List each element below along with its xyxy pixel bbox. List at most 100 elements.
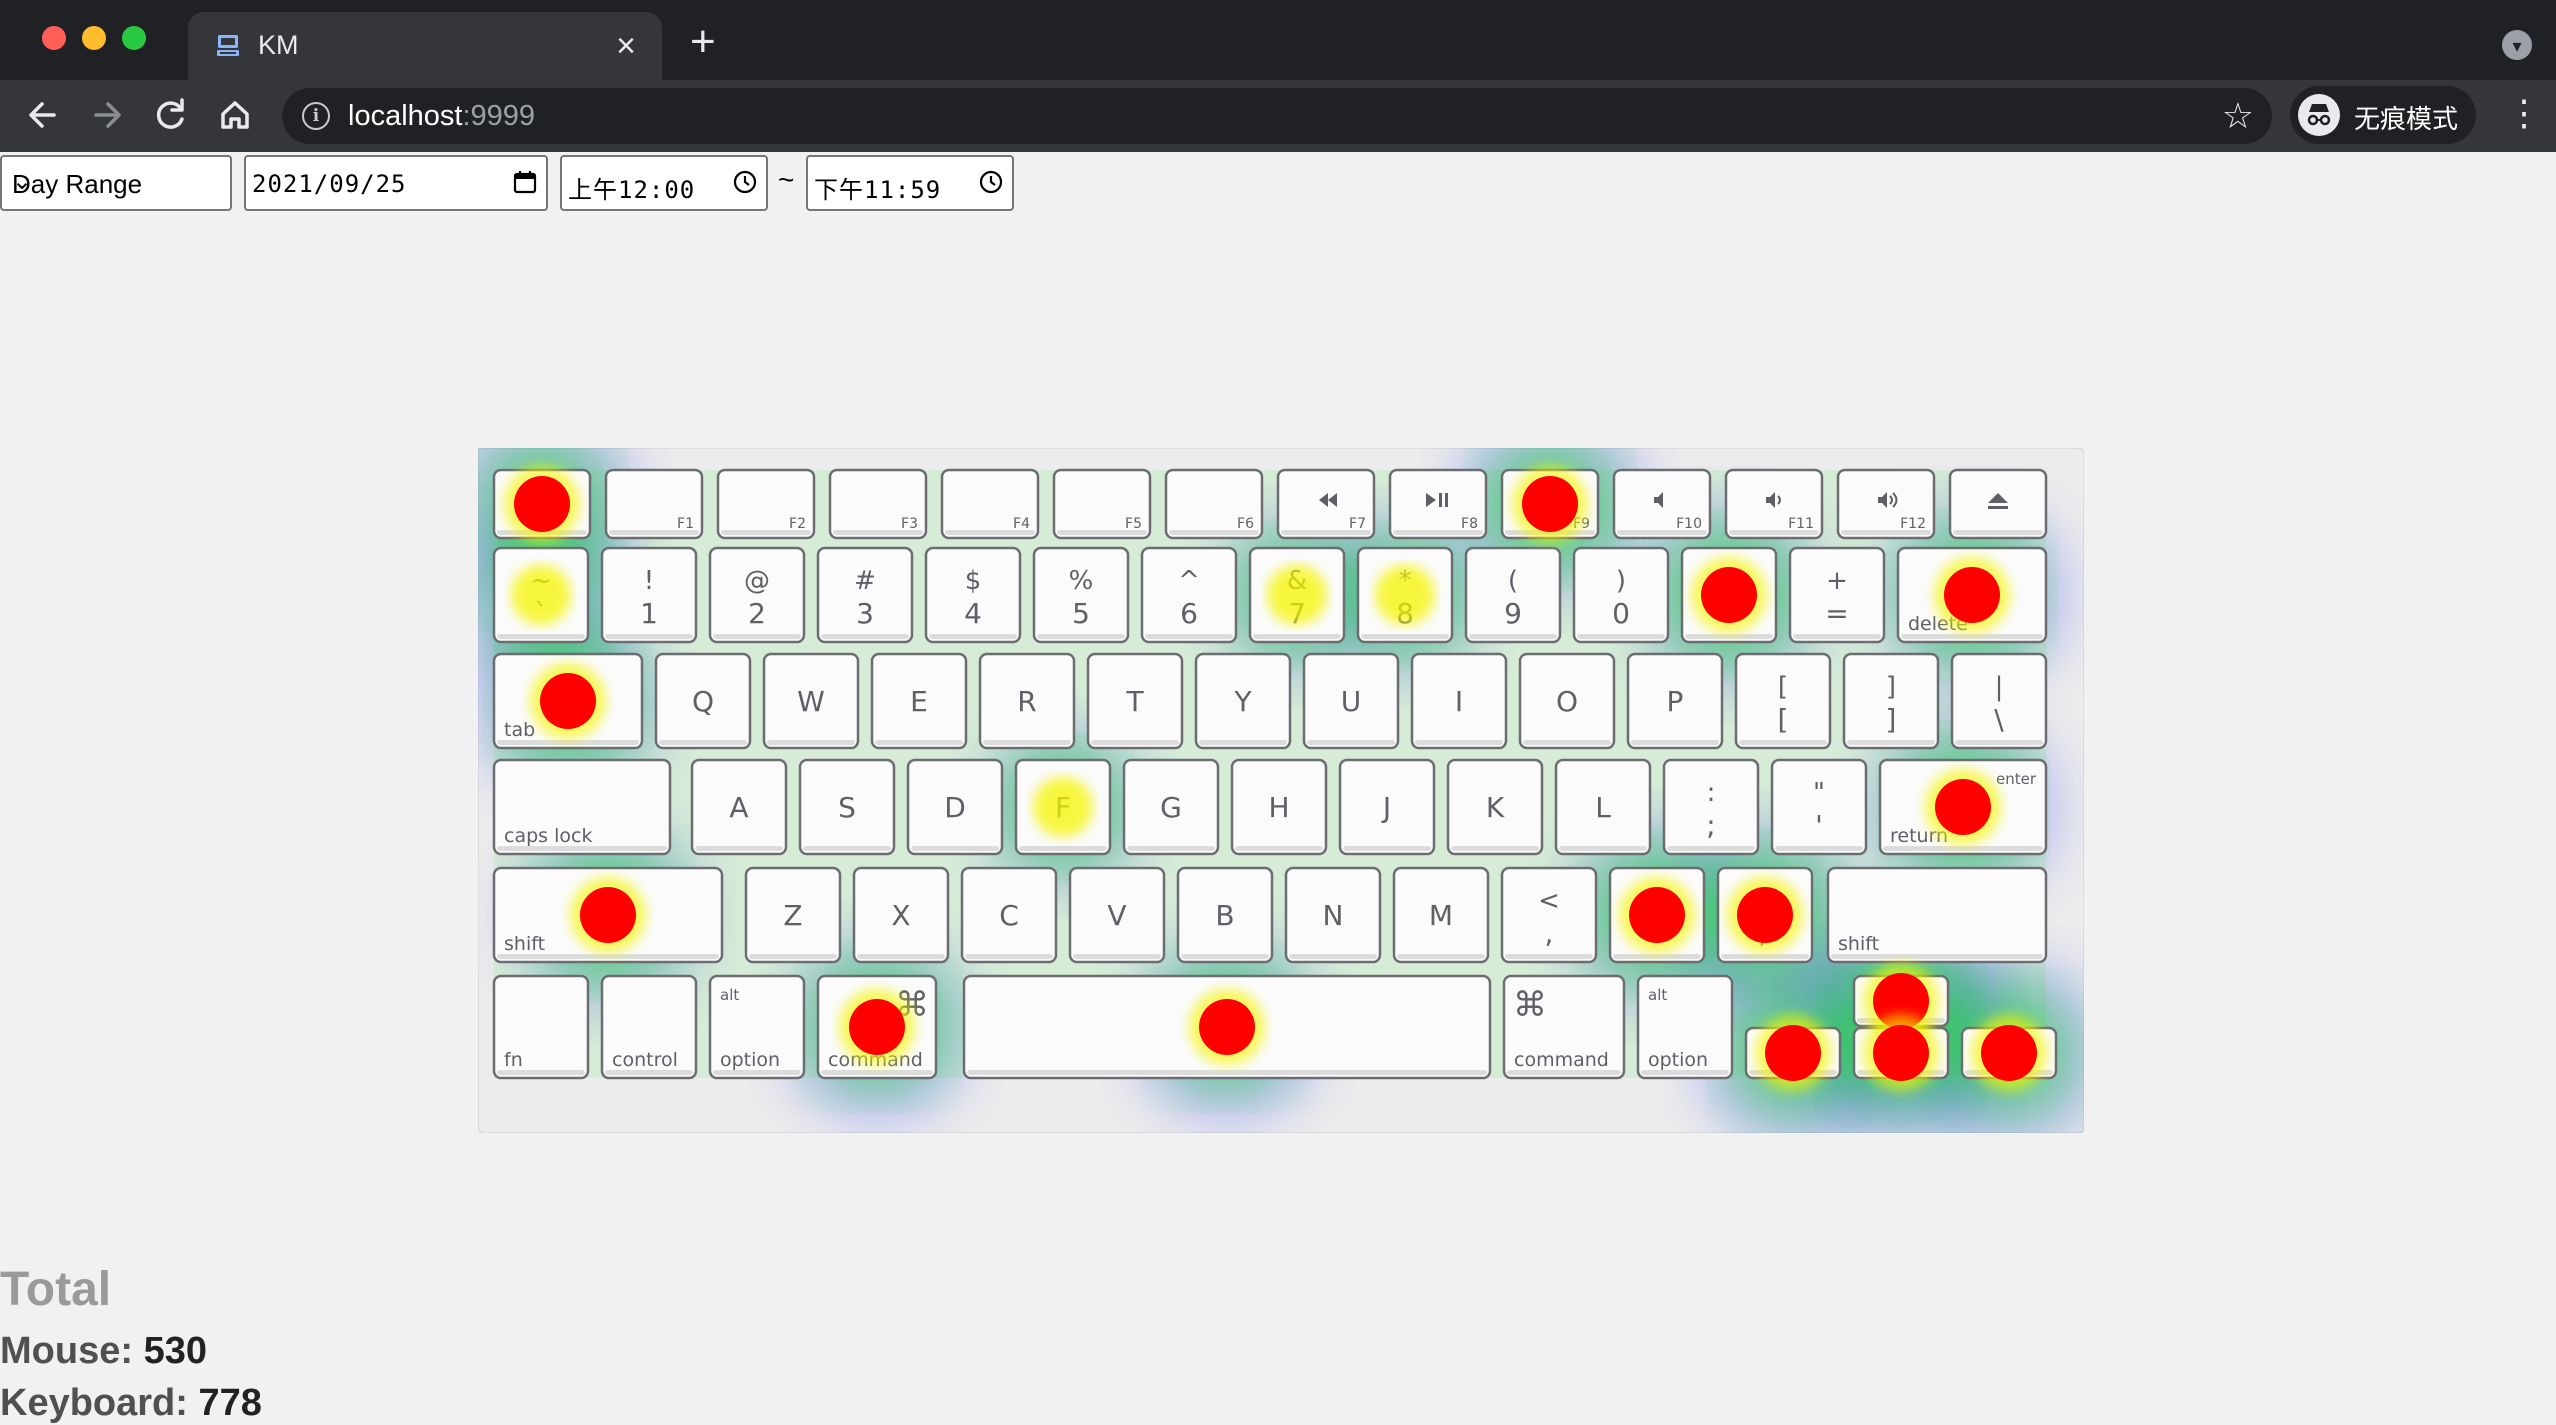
key-y[interactable]: Y	[1194, 652, 1292, 750]
key-sym[interactable]: <,	[1500, 866, 1598, 964]
key-x[interactable]: X	[852, 866, 950, 964]
key-sym[interactable]: ]]	[1842, 652, 1940, 750]
key-6[interactable]: ^6	[1140, 546, 1238, 644]
key-i[interactable]: I	[1410, 652, 1508, 750]
key-f1[interactable]: F1	[604, 468, 704, 540]
key-j[interactable]: J	[1338, 758, 1436, 856]
key-f8[interactable]: F8	[1388, 468, 1488, 540]
key-f3[interactable]: F3	[828, 468, 928, 540]
key-9[interactable]: (9	[1464, 546, 1562, 644]
bookmark-star-icon[interactable]: ☆	[2222, 96, 2254, 136]
key-e[interactable]: E	[870, 652, 968, 750]
key-fn[interactable]: fn	[492, 974, 590, 1080]
key-s[interactable]: S	[798, 758, 896, 856]
key-top-label: )	[1616, 566, 1626, 596]
browser-tab[interactable]: KM ×	[188, 12, 662, 80]
key-option[interactable]: option alt	[1636, 974, 1734, 1080]
key-main-label: U	[1341, 685, 1362, 718]
key-f12[interactable]: F12	[1836, 468, 1936, 540]
start-time-value: 上午12:00	[568, 176, 696, 204]
key-3[interactable]: #3	[816, 546, 914, 644]
forward-arrow-icon[interactable]	[82, 90, 132, 140]
tab-search-chevron-icon[interactable]: ▾	[2502, 30, 2532, 60]
key-sym[interactable]: :;	[1662, 758, 1760, 856]
key-r[interactable]: R	[978, 652, 1076, 750]
key-f4[interactable]: F4	[940, 468, 1040, 540]
key-l[interactable]: L	[1554, 758, 1652, 856]
clock-icon[interactable]	[732, 169, 758, 195]
key-right-shift[interactable]: shift	[1826, 866, 2048, 964]
key-v[interactable]: V	[1068, 866, 1166, 964]
key-c[interactable]: C	[960, 866, 1058, 964]
key-w[interactable]: W	[762, 652, 860, 750]
url-text[interactable]: localhost:9999	[348, 100, 535, 133]
key-f6[interactable]: F6	[1164, 468, 1264, 540]
key-n[interactable]: N	[1284, 866, 1382, 964]
key-o[interactable]: O	[1518, 652, 1616, 750]
key-shadow	[1199, 740, 1287, 745]
key-d[interactable]: D	[906, 758, 1004, 856]
browser-menu-icon[interactable]: ⋮	[2506, 88, 2542, 138]
key-5[interactable]: %5	[1032, 546, 1130, 644]
incognito-profile-button[interactable]: 无痕模式	[2290, 86, 2476, 144]
end-time-input[interactable]: 下午11:59	[806, 155, 1014, 211]
site-info-icon[interactable]: i	[302, 102, 330, 130]
key-f11[interactable]: F11	[1724, 468, 1824, 540]
key-bottom-label: ;	[1706, 809, 1715, 842]
key-main-label: C	[999, 899, 1019, 932]
key-sym[interactable]: |\	[1950, 652, 2048, 750]
key-4[interactable]: $4	[924, 546, 1022, 644]
key-g[interactable]: G	[1122, 758, 1220, 856]
key-z[interactable]: Z	[744, 866, 842, 964]
key-shadow	[1739, 740, 1827, 745]
key-1[interactable]: !1	[600, 546, 698, 644]
key-0[interactable]: )0	[1572, 546, 1670, 644]
key-f5[interactable]: F5	[1052, 468, 1152, 540]
new-tab-button[interactable]: +	[690, 20, 716, 64]
url-port: :9999	[462, 100, 536, 132]
key-b[interactable]: B	[1176, 866, 1274, 964]
tab-close-icon[interactable]: ×	[616, 26, 636, 66]
calendar-icon[interactable]	[512, 169, 538, 195]
key-right-command[interactable]: command ⌘	[1502, 974, 1626, 1080]
key-f7[interactable]: F7	[1276, 468, 1376, 540]
key-k[interactable]: K	[1446, 758, 1544, 856]
key-main-label: G	[1160, 791, 1182, 824]
key-u[interactable]: U	[1302, 652, 1400, 750]
key-sym[interactable]: [[	[1734, 652, 1832, 750]
key-m[interactable]: M	[1392, 866, 1490, 964]
key-control[interactable]: control	[600, 974, 698, 1080]
start-time-input[interactable]: 上午12:00	[560, 155, 768, 211]
key-main-label: R	[1017, 685, 1036, 718]
reload-icon[interactable]	[146, 90, 196, 140]
key-f10[interactable]: F10	[1612, 468, 1712, 540]
window-minimize-button[interactable]	[82, 26, 106, 50]
key-shadow	[1523, 740, 1611, 745]
keyboard-heatmap: F1F2F3F4F5F6F7F8F9F10F11F12~`!1@2#3$4%5^…	[478, 448, 2084, 1133]
key-h[interactable]: H	[1230, 758, 1328, 856]
key-2[interactable]: @2	[708, 546, 806, 644]
key-shadow	[929, 634, 1017, 639]
key-p[interactable]: P	[1626, 652, 1724, 750]
key-f2[interactable]: F2	[716, 468, 816, 540]
key-sym[interactable]: "'	[1770, 758, 1868, 856]
date-input[interactable]: 2021/09/25	[244, 155, 548, 211]
window-close-button[interactable]	[42, 26, 66, 50]
clock-icon[interactable]	[978, 169, 1004, 195]
key-a[interactable]: A	[690, 758, 788, 856]
window-maximize-button[interactable]	[122, 26, 146, 50]
key-caps-lock[interactable]: caps lock	[492, 758, 672, 856]
key-option[interactable]: option alt	[708, 974, 806, 1080]
back-arrow-icon[interactable]	[18, 90, 68, 140]
home-icon[interactable]	[210, 90, 260, 140]
range-select[interactable]: Day Range ⌄	[0, 155, 232, 211]
address-bar[interactable]: i localhost:9999 ☆	[282, 88, 2272, 144]
key-fn-label: F3	[901, 516, 918, 532]
key-t[interactable]: T	[1086, 652, 1184, 750]
key-shadow	[713, 634, 801, 639]
key-main-label: J	[1381, 791, 1391, 824]
key-key-0-13[interactable]	[1948, 468, 2048, 540]
key-shadow	[1307, 740, 1395, 745]
key-q[interactable]: Q	[654, 652, 752, 750]
key-sym[interactable]: +=	[1788, 546, 1886, 644]
